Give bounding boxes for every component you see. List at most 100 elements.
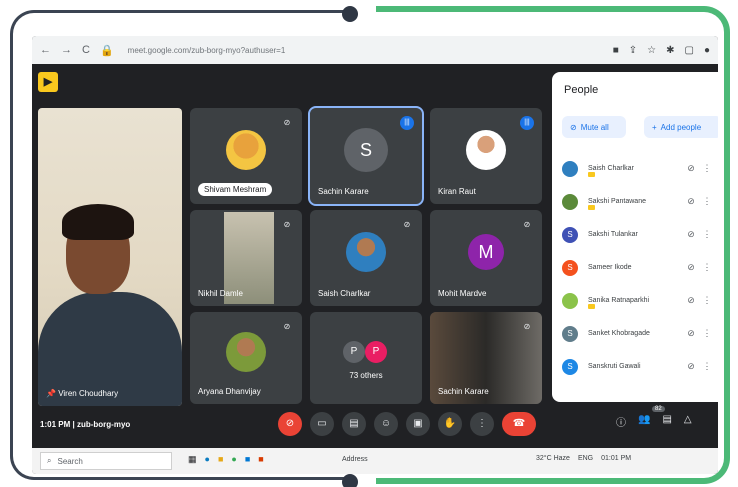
meeting-control-bar: 1:01 PM | zub-borg-myo ⊘ ▭ ▤ ☺ ▣ ✋ ⋮ ☎ 8… bbox=[32, 404, 718, 444]
more-options-icon[interactable]: ⋮ bbox=[702, 295, 712, 306]
chat-icon[interactable]: ▤ bbox=[662, 414, 671, 429]
mic-off-icon[interactable]: ⊘ bbox=[680, 196, 702, 207]
mute-all-button[interactable]: ⊘ Mute all bbox=[562, 116, 626, 138]
more-options-button[interactable]: ⋮ bbox=[470, 412, 494, 436]
member-name: Sanika Ratnaparkhi bbox=[588, 297, 650, 304]
people-panel: People ⊘ Mute all + Add people Saish Cha… bbox=[552, 72, 718, 402]
profile-icon[interactable]: ● bbox=[704, 45, 710, 56]
person-hair bbox=[62, 204, 134, 240]
file-explorer-icon[interactable]: ■ bbox=[218, 454, 223, 465]
participant-avatar bbox=[226, 130, 266, 171]
list-item[interactable]: Sakshi Pantawane ⊘ ⋮ bbox=[552, 185, 718, 218]
member-avatar: S bbox=[562, 259, 578, 276]
call-controls: ⊘ ▭ ▤ ☺ ▣ ✋ ⋮ ☎ bbox=[278, 412, 536, 436]
raise-hand-button[interactable]: ✋ bbox=[438, 412, 462, 436]
info-icon[interactable]: ⓘ bbox=[616, 414, 626, 429]
speaking-icon: ||| bbox=[400, 116, 414, 130]
taskbar-search[interactable]: ⌕ Search bbox=[40, 452, 172, 470]
people-icon[interactable]: 👥 bbox=[638, 414, 650, 429]
more-options-icon[interactable]: ⋮ bbox=[702, 163, 712, 174]
browser-window: ← → C 🔒 meet.google.com/zub-borg-myo?aut… bbox=[32, 36, 718, 474]
forward-icon[interactable]: → bbox=[61, 44, 72, 56]
decorative-dot-top bbox=[342, 6, 358, 22]
end-call-button[interactable]: ☎ bbox=[502, 412, 536, 436]
star-icon[interactable]: ☆ bbox=[647, 45, 656, 56]
taskbar-apps: ▦ ● ■ ● ■ ■ bbox=[188, 454, 264, 465]
more-options-icon[interactable]: ⋮ bbox=[702, 196, 712, 207]
mic-off-icon[interactable]: ⊘ bbox=[680, 295, 702, 306]
more-options-icon[interactable]: ⋮ bbox=[702, 262, 712, 273]
share-icon[interactable]: ⇪ bbox=[629, 45, 637, 56]
list-item[interactable]: Sanika Ratnaparkhi ⊘ ⋮ bbox=[552, 284, 718, 317]
mic-off-icon: ⊘ bbox=[570, 122, 577, 132]
participant-tile[interactable]: ||| S Sachin Karare bbox=[308, 106, 424, 206]
reload-icon[interactable]: C bbox=[82, 44, 90, 56]
url-field[interactable]: meet.google.com/zub-borg-myo?authuser=1 bbox=[124, 46, 603, 55]
participant-tile[interactable]: ⊘ M Mohit Mardve bbox=[430, 210, 542, 306]
mic-off-icon[interactable]: ⊘ bbox=[680, 361, 702, 372]
taskbar-address-label[interactable]: Address bbox=[342, 456, 368, 463]
member-name: Saish Charlkar bbox=[588, 165, 634, 172]
member-avatar bbox=[562, 193, 578, 210]
people-list: Saish Charlkar ⊘ ⋮ Sakshi Pantawane ⊘ ⋮ … bbox=[552, 152, 718, 383]
decorative-frame-green-top bbox=[376, 6, 496, 12]
browser-toolbar-icons: ■ ⇪ ☆ ✱ ▢ ● bbox=[613, 45, 710, 56]
present-button[interactable]: ▣ bbox=[406, 412, 430, 436]
camera-icon[interactable]: ■ bbox=[613, 45, 619, 56]
speaking-icon: ||| bbox=[520, 116, 534, 130]
participant-tile[interactable]: ||| Kiran Raut bbox=[430, 108, 542, 204]
more-options-icon[interactable]: ⋮ bbox=[702, 361, 712, 372]
mic-off-icon[interactable]: ⊘ bbox=[680, 229, 702, 240]
host-badge-icon bbox=[588, 304, 595, 309]
app-icon[interactable]: ■ bbox=[258, 454, 263, 465]
emoji-button[interactable]: ☺ bbox=[374, 412, 398, 436]
mic-off-icon: ⊘ bbox=[403, 220, 411, 229]
participant-tile[interactable]: ⊘ Shivam Meshram bbox=[190, 108, 302, 204]
mic-off-icon[interactable]: ⊘ bbox=[680, 163, 702, 174]
back-icon[interactable]: ← bbox=[40, 44, 51, 56]
list-item[interactable]: S Sameer Ikode ⊘ ⋮ bbox=[552, 251, 718, 284]
participant-name: Aryana Dhanvijay bbox=[198, 387, 261, 396]
language-indicator[interactable]: ENG bbox=[578, 455, 593, 462]
host-badge-icon bbox=[588, 205, 595, 210]
participant-tile[interactable]: ⊘ Nikhil Damle bbox=[190, 210, 302, 306]
participant-tile[interactable]: ⊘ Sachin Karare bbox=[430, 312, 542, 404]
captions-button[interactable]: ▤ bbox=[342, 412, 366, 436]
participant-name: Sachin Karare bbox=[318, 187, 369, 196]
self-video-tile[interactable]: 📌 Viren Choudhary bbox=[38, 108, 182, 406]
edge-icon[interactable]: ● bbox=[205, 454, 210, 465]
activities-icon[interactable]: △ bbox=[684, 414, 692, 429]
mic-off-icon: ⊘ bbox=[523, 322, 531, 331]
participant-tile[interactable]: ⊘ Aryana Dhanvijay bbox=[190, 312, 302, 404]
others-avatar: P bbox=[365, 341, 387, 364]
mic-off-icon[interactable]: ⊘ bbox=[680, 262, 702, 273]
member-avatar bbox=[562, 160, 578, 177]
more-options-icon[interactable]: ⋮ bbox=[702, 328, 712, 339]
task-view-icon[interactable]: ▦ bbox=[188, 454, 197, 465]
participant-tile[interactable]: ⊘ Saish Charlkar bbox=[310, 210, 422, 306]
others-count: 73 others bbox=[349, 371, 383, 380]
list-item[interactable]: S Sanket Khobragade ⊘ ⋮ bbox=[552, 317, 718, 350]
list-item[interactable]: Saish Charlkar ⊘ ⋮ bbox=[552, 152, 718, 185]
participant-tile[interactable]: P P 73 others bbox=[310, 312, 422, 404]
clock[interactable]: 01:01 PM bbox=[601, 455, 631, 462]
mic-off-icon[interactable]: ⊘ bbox=[680, 328, 702, 339]
member-name: Sameer Ikode bbox=[588, 264, 632, 271]
participant-name: Sachin Karare bbox=[438, 387, 489, 396]
member-name: Sakshi Pantawane bbox=[588, 198, 646, 205]
list-item[interactable]: S Sakshi Tulankar ⊘ ⋮ bbox=[552, 218, 718, 251]
list-item[interactable]: S Sanskruti Gawali ⊘ ⋮ bbox=[552, 350, 718, 383]
store-icon[interactable]: ■ bbox=[245, 454, 250, 465]
window-icon[interactable]: ▢ bbox=[685, 45, 694, 56]
mic-off-icon: ⊘ bbox=[283, 220, 291, 229]
weather-status[interactable]: 32°C Haze bbox=[536, 455, 570, 462]
others-avatar: P bbox=[343, 341, 365, 364]
microphone-toggle-button[interactable]: ⊘ bbox=[278, 412, 302, 436]
add-people-button[interactable]: + Add people bbox=[644, 116, 718, 138]
chrome-icon[interactable]: ● bbox=[231, 454, 236, 465]
extensions-icon[interactable]: ✱ bbox=[666, 45, 674, 56]
pin-icon[interactable]: 📌 bbox=[46, 389, 56, 398]
camera-toggle-button[interactable]: ▭ bbox=[310, 412, 334, 436]
mic-off-icon: ⊘ bbox=[283, 322, 291, 331]
more-options-icon[interactable]: ⋮ bbox=[702, 229, 712, 240]
